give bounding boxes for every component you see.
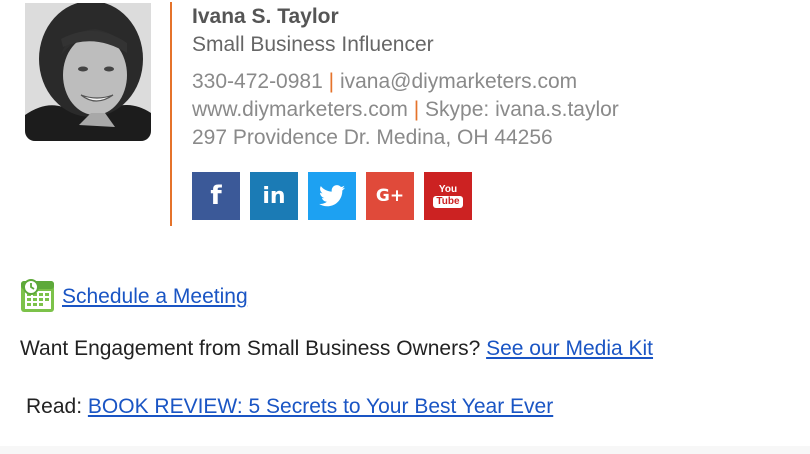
youtube-glyph: You Tube xyxy=(433,183,463,208)
email-address[interactable]: ivana@diymarketers.com xyxy=(340,70,577,93)
skype-handle[interactable]: Skype: ivana.s.taylor xyxy=(425,98,619,121)
linkedin-icon[interactable]: in xyxy=(250,172,298,220)
facebook-icon[interactable]: f xyxy=(192,172,240,220)
book-review-link[interactable]: BOOK REVIEW: 5 Secrets to Your Best Year… xyxy=(88,395,553,418)
contact-name: Ivana S. Taylor xyxy=(192,5,339,28)
google-plus-glyph: G+ xyxy=(375,186,405,206)
address-line: 297 Providence Dr. Medina, OH 44256 xyxy=(192,126,553,149)
engagement-text: Want Engagement from Small Business Owne… xyxy=(20,337,481,360)
separator: | xyxy=(328,70,335,93)
accent-divider xyxy=(170,2,172,226)
google-plus-icon[interactable]: G+ xyxy=(366,172,414,220)
separator: | xyxy=(413,98,420,121)
linkedin-glyph: in xyxy=(262,183,286,209)
social-icons: f in G+ You Tube xyxy=(192,172,472,220)
avatar xyxy=(25,3,151,141)
media-kit-link[interactable]: See our Media Kit xyxy=(486,337,653,360)
web-skype-line: www.diymarketers.com | Skype: ivana.s.ta… xyxy=(192,97,619,122)
website-link[interactable]: www.diymarketers.com xyxy=(192,98,408,121)
schedule-meeting-link[interactable]: Schedule a Meeting xyxy=(62,284,248,309)
bottom-divider xyxy=(0,446,810,454)
calendar-icon[interactable] xyxy=(20,277,56,313)
read-prefix: Read: xyxy=(26,395,83,418)
youtube-you: You xyxy=(438,183,458,195)
contact-title: Small Business Influencer xyxy=(192,33,434,56)
read-line: Read: BOOK REVIEW: 5 Secrets to Your Bes… xyxy=(26,394,553,419)
youtube-icon[interactable]: You Tube xyxy=(424,172,472,220)
twitter-bird-icon xyxy=(319,185,345,207)
phone-email-line: 330-472-0981 | ivana@diymarketers.com xyxy=(192,69,577,94)
facebook-glyph: f xyxy=(210,181,222,211)
twitter-icon[interactable] xyxy=(308,172,356,220)
youtube-tube: Tube xyxy=(433,195,463,208)
engagement-line: Want Engagement from Small Business Owne… xyxy=(20,336,653,361)
phone-number[interactable]: 330-472-0981 xyxy=(192,70,323,93)
